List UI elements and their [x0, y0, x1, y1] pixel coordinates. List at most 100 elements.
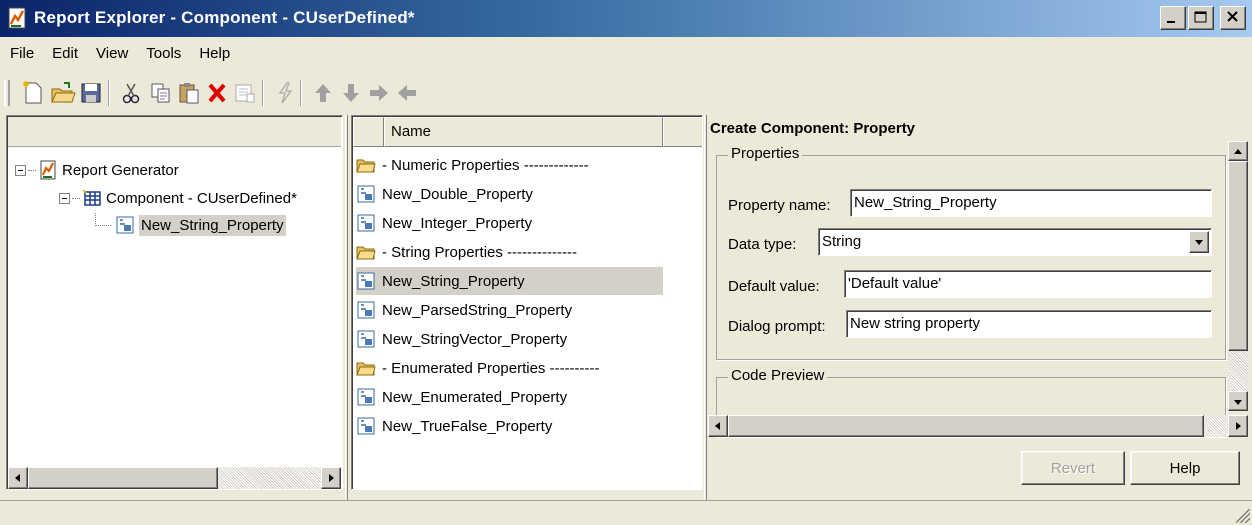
property-icon [357, 185, 375, 203]
delete-icon[interactable] [204, 80, 230, 106]
menu-view[interactable]: View [87, 42, 137, 66]
tree-item-new-string-property[interactable]: New_String_Property [95, 212, 286, 238]
report-generator-app-icon [8, 7, 26, 29]
property-name-field[interactable]: New_String_Property [850, 189, 1212, 217]
menu-edit[interactable]: Edit [43, 42, 87, 66]
tree-item-component[interactable]: Component - CUserDefined* [59, 185, 297, 211]
list-item[interactable]: New_Integer_Property [356, 209, 532, 237]
scrollbar-track[interactable] [218, 467, 321, 489]
property-icon [357, 330, 375, 348]
list-item-label: - String Properties -------------- [382, 243, 577, 261]
list-item[interactable]: New_String_Property [356, 267, 663, 295]
properties-icon[interactable] [232, 80, 258, 106]
toolbar-separator [262, 80, 264, 106]
report-generator-icon [40, 160, 56, 180]
library-list-pane[interactable]: Name - Numeric Properties ------------- N… [351, 115, 703, 490]
list-item[interactable]: - String Properties -------------- [356, 238, 577, 266]
dialog-prompt-field[interactable]: New string property [846, 310, 1212, 338]
toolbar-grip[interactable] [4, 80, 10, 106]
collapse-icon[interactable] [59, 192, 70, 204]
list-item-label: New_StringVector_Property [382, 330, 568, 348]
list-item[interactable]: New_Double_Property [356, 180, 533, 208]
scrollbar-thumb[interactable] [1228, 161, 1248, 351]
menu-file[interactable]: File [0, 42, 43, 66]
folder-icon [356, 159, 376, 173]
new-file-icon[interactable] [20, 80, 46, 106]
collapse-icon[interactable] [15, 164, 26, 176]
cut-icon[interactable] [118, 80, 144, 106]
page-title: Create Component: Property [710, 120, 916, 137]
folder-icon [356, 246, 376, 260]
move-right-icon[interactable] [366, 80, 392, 106]
scroll-right-icon[interactable] [1228, 415, 1248, 437]
column-header-icon[interactable] [353, 117, 384, 147]
data-type-select[interactable]: String [818, 228, 1212, 256]
toolbar-separator [108, 80, 110, 106]
dialog-prompt-label: Dialog prompt: [728, 318, 826, 335]
help-button[interactable]: Help [1130, 451, 1240, 485]
toolbar-separator [300, 80, 302, 106]
open-folder-icon[interactable] [50, 80, 76, 106]
move-up-icon[interactable] [310, 80, 336, 106]
maximize-icon [1194, 11, 1207, 23]
default-value-field[interactable]: 'Default value' [844, 270, 1212, 298]
minimize-icon [1167, 21, 1175, 23]
revert-button[interactable]: Revert [1021, 451, 1125, 485]
list-item[interactable]: New_ParsedString_Property [356, 296, 572, 324]
scrollbar-thumb[interactable] [728, 415, 1204, 437]
tree-item-label: Report Generator [62, 161, 179, 179]
menu-help[interactable]: Help [190, 42, 239, 66]
minimize-button[interactable] [1160, 6, 1186, 30]
list-item[interactable]: - Enumerated Properties ---------- [356, 354, 600, 382]
window-title: Report Explorer - Component - CUserDefin… [34, 8, 415, 27]
run-report-icon[interactable] [272, 80, 298, 106]
property-icon [357, 272, 375, 290]
property-icon [357, 301, 375, 319]
move-down-icon[interactable] [338, 80, 364, 106]
properties-group-label: Properties [728, 145, 803, 162]
column-header-extra[interactable] [663, 117, 702, 147]
title-bar[interactable]: Report Explorer - Component - CUserDefin… [0, 0, 1252, 37]
data-type-label: Data type: [728, 236, 797, 253]
scrollbar-track[interactable] [1204, 415, 1228, 437]
scroll-right-icon[interactable] [321, 467, 341, 489]
properties-pane: Create Component: Property Properties Pr… [708, 115, 1248, 495]
maximize-button[interactable] [1188, 6, 1214, 30]
move-left-icon[interactable] [394, 80, 420, 106]
pane-splitter[interactable] [704, 115, 707, 500]
report-explorer-window: Report Explorer - Component - CUserDefin… [0, 0, 1252, 525]
save-icon[interactable] [78, 80, 104, 106]
scroll-up-icon[interactable] [1228, 141, 1248, 161]
folder-icon [356, 362, 376, 376]
list-item[interactable]: - Numeric Properties ------------- [356, 151, 589, 179]
outline-tree-pane[interactable]: Report Generator Component - CUserDefine… [6, 115, 343, 490]
properties-horizontal-scrollbar[interactable] [708, 415, 1248, 437]
default-value-label: Default value: [728, 278, 820, 295]
list-item-label: New_Enumerated_Property [382, 388, 568, 406]
property-icon [357, 417, 375, 435]
tree-horizontal-scrollbar[interactable] [8, 467, 341, 489]
tree-item-report-generator[interactable]: Report Generator [15, 157, 179, 183]
list-item-label: New_TrueFalse_Property [382, 417, 553, 435]
scrollbar-thumb[interactable] [28, 467, 218, 489]
list-item[interactable]: New_Enumerated_Property [356, 383, 567, 411]
list-item-label: New_ParsedString_Property [382, 301, 573, 319]
chevron-down-icon[interactable] [1189, 231, 1209, 253]
column-header-name[interactable]: Name [384, 117, 663, 147]
scroll-left-icon[interactable] [8, 467, 28, 489]
close-button[interactable] [1220, 6, 1246, 30]
data-type-value: String [822, 233, 862, 250]
copy-icon[interactable] [148, 80, 174, 106]
resize-grip-icon[interactable] [1236, 509, 1250, 523]
menu-tools[interactable]: Tools [137, 42, 190, 66]
properties-vertical-scrollbar[interactable] [1228, 141, 1248, 411]
pane-splitter[interactable] [345, 115, 348, 500]
list-item[interactable]: New_TrueFalse_Property [356, 412, 552, 440]
list-item-label: New_Integer_Property [382, 214, 533, 232]
scroll-left-icon[interactable] [708, 415, 728, 437]
list-item[interactable]: New_StringVector_Property [356, 325, 567, 353]
paste-icon[interactable] [176, 80, 202, 106]
scroll-down-icon[interactable] [1228, 391, 1248, 411]
tree-header [8, 117, 341, 147]
close-icon [1227, 11, 1238, 22]
